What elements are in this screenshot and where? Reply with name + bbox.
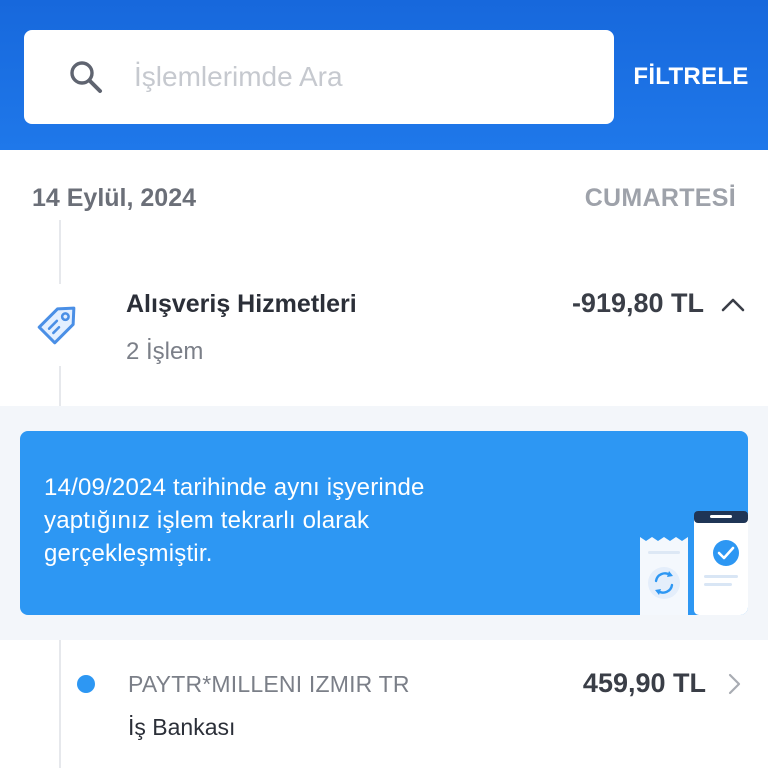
- category-title: Alışveriş Hizmetleri: [126, 290, 357, 318]
- category-row[interactable]: Alışveriş Hizmetleri 2 İşlem -919,80 TL: [0, 248, 768, 406]
- alert-section: 14/09/2024 tarihinde aynı işyerinde yapt…: [0, 406, 768, 640]
- date-label: 14 Eylül, 2024: [32, 184, 197, 212]
- alert-message: 14/09/2024 tarihinde aynı işyerinde yapt…: [44, 474, 425, 567]
- transaction-bank: İş Bankası: [128, 714, 236, 740]
- search-box[interactable]: [24, 30, 614, 124]
- chevron-up-icon[interactable]: [718, 290, 748, 320]
- receipt-check-illustration: [640, 511, 748, 615]
- transaction-amount: 459,90 TL: [582, 668, 706, 698]
- chevron-right-icon[interactable]: [724, 670, 744, 698]
- transaction-row[interactable]: PAYTR*MILLENI IZMIR TR İş Bankası 459,90…: [0, 640, 768, 768]
- search-input[interactable]: [134, 47, 574, 107]
- tag-icon: [37, 306, 76, 345]
- transaction-status-dot: [77, 675, 95, 693]
- weekday-label: CUMARTESİ: [584, 184, 736, 212]
- duplicate-transaction-alert: 14/09/2024 tarihinde aynı işyerinde yapt…: [20, 431, 748, 615]
- transaction-merchant: PAYTR*MILLENI IZMIR TR: [128, 671, 410, 697]
- search-icon: [70, 61, 102, 93]
- date-header: 14 Eylül, 2024 CUMARTESİ: [0, 150, 768, 248]
- category-amount: -919,80 TL: [571, 288, 704, 318]
- filter-button[interactable]: FİLTRELE: [626, 52, 756, 102]
- top-bar: FİLTRELE: [0, 0, 768, 150]
- category-transaction-count: 2 İşlem: [126, 338, 204, 365]
